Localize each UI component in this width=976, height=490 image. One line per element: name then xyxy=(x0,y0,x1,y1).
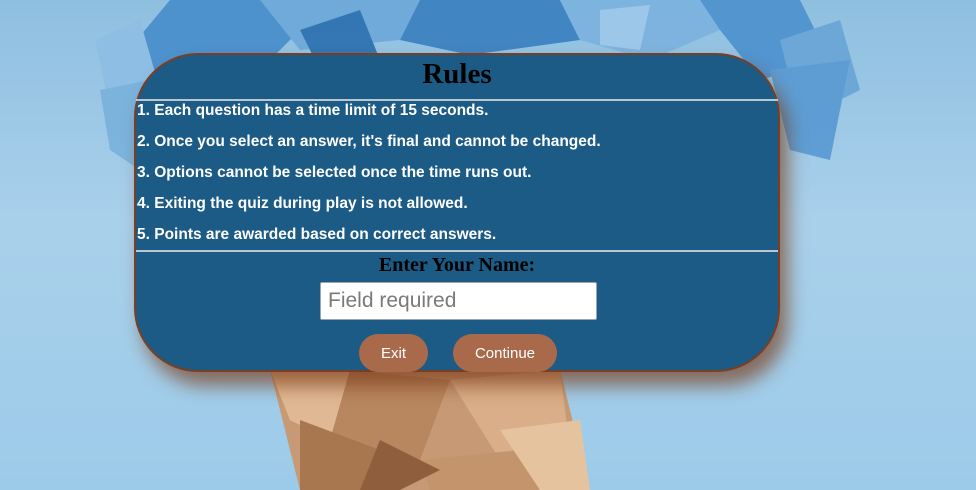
name-label: Enter Your Name: xyxy=(378,254,536,276)
rules-title: Rules xyxy=(422,58,492,90)
rule-item: 2. Once you select an answer, it's final… xyxy=(137,133,601,150)
rules-dialog: Rules 1. Each question has a time limit … xyxy=(134,53,780,372)
rule-item: 1. Each question has a time limit of 15 … xyxy=(137,102,489,119)
exit-button[interactable]: Exit xyxy=(359,334,428,372)
name-input[interactable] xyxy=(320,282,597,320)
rules-list: 1. Each question has a time limit of 15 … xyxy=(137,101,601,256)
continue-button[interactable]: Continue xyxy=(453,334,557,372)
rule-item: 4. Exiting the quiz during play is not a… xyxy=(137,195,468,212)
rule-item: 3. Options cannot be selected once the t… xyxy=(137,164,532,181)
